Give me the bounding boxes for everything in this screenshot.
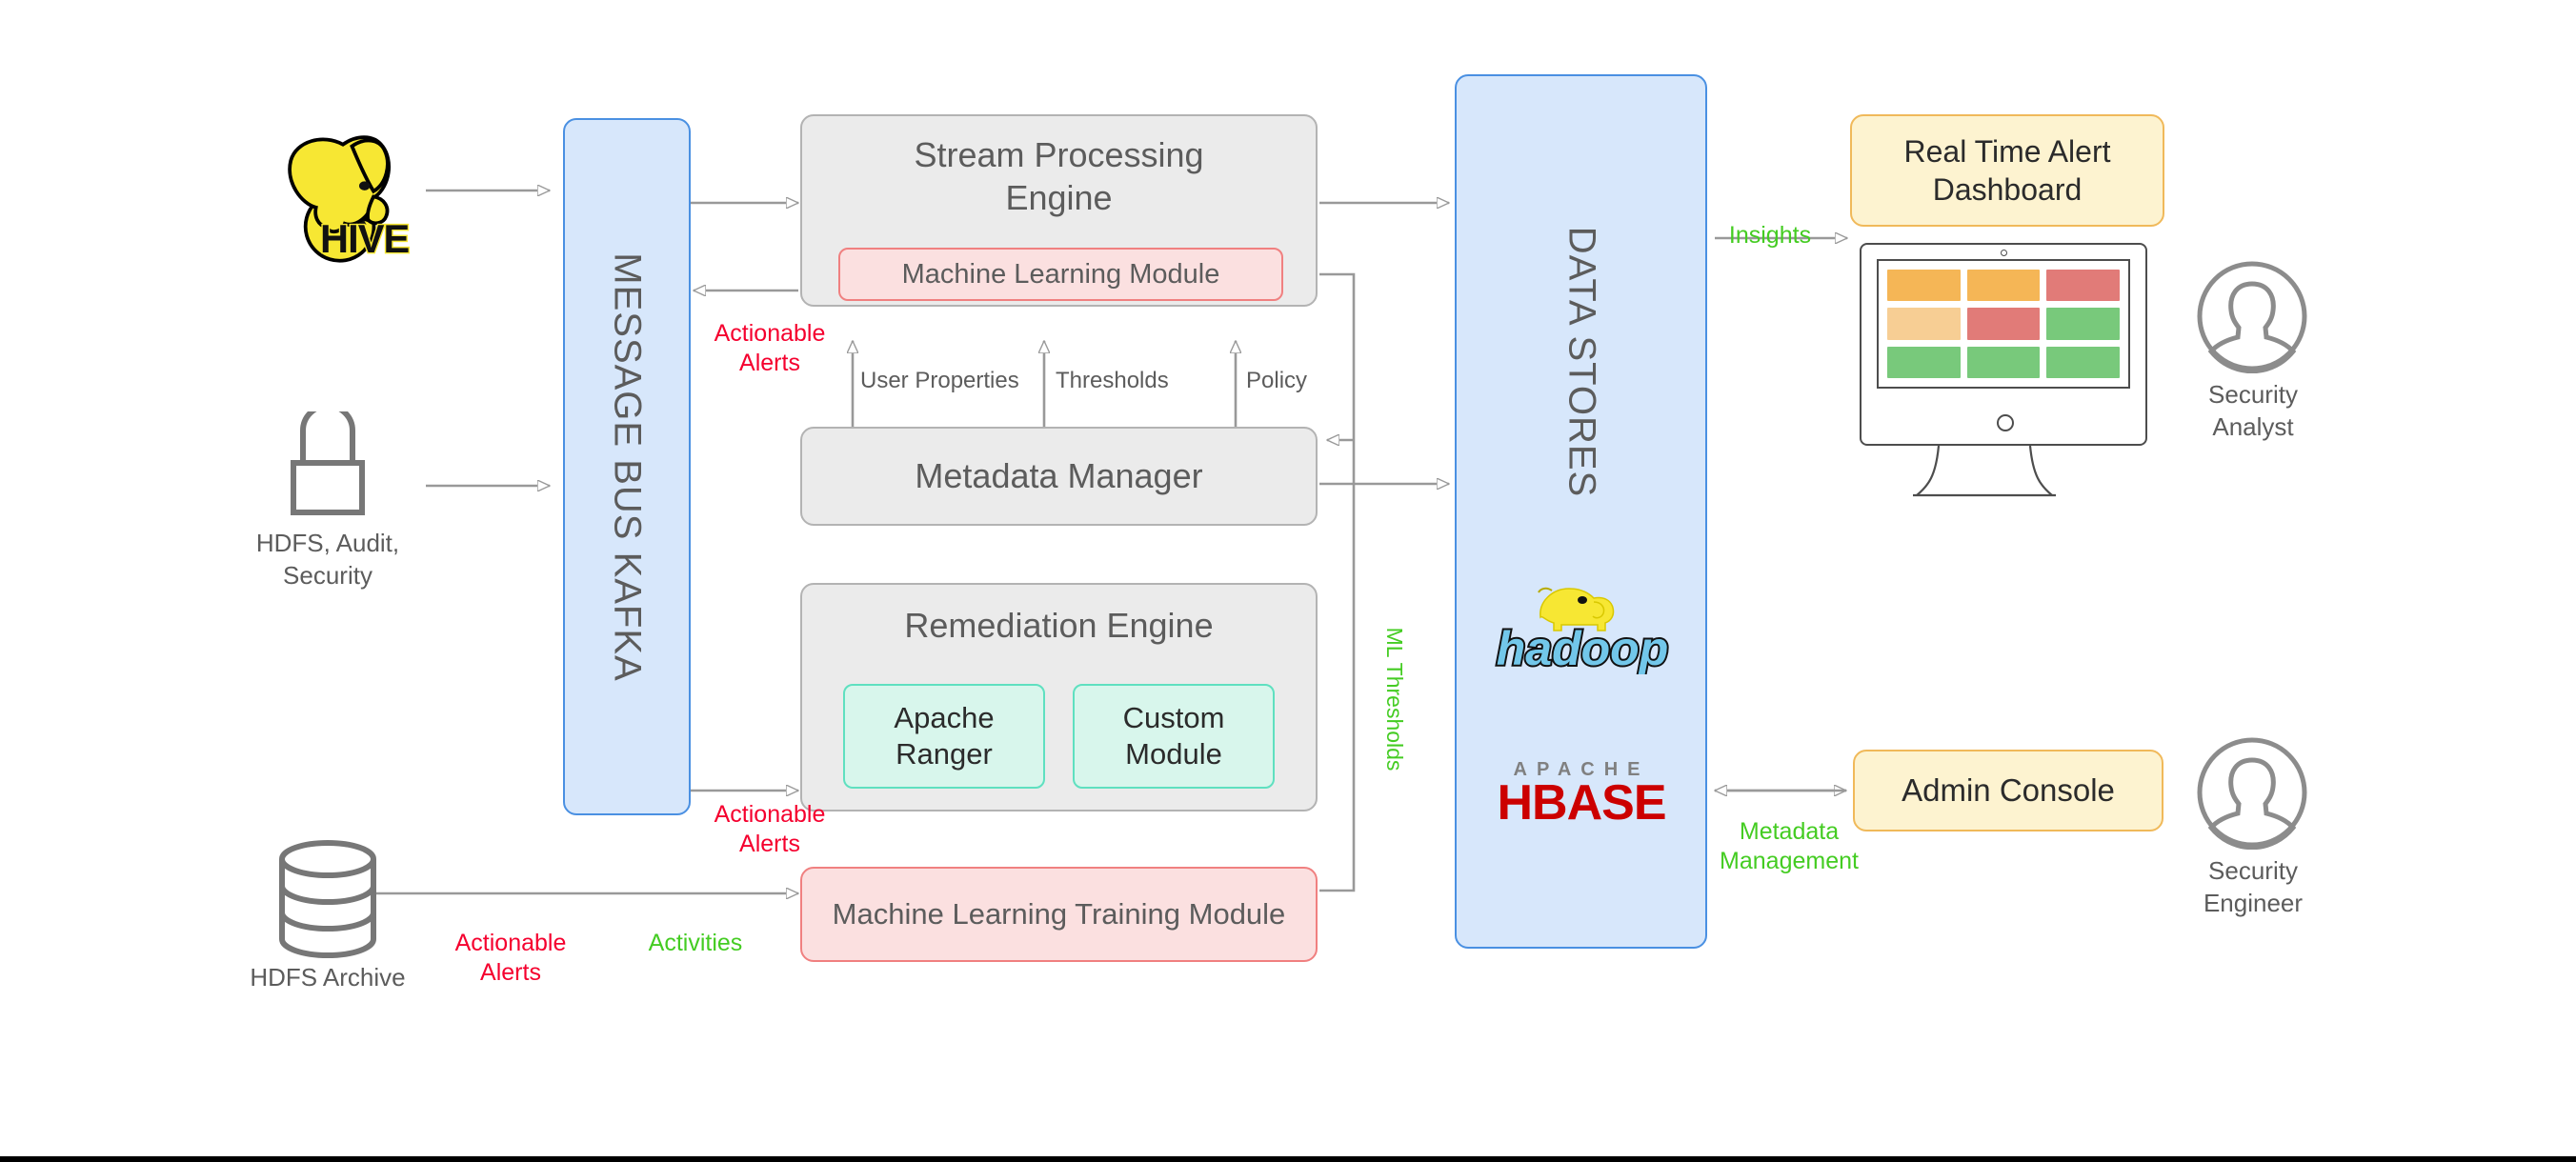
security-analyst-label: Security Analyst [2208,380,2298,441]
dashboard-tile [1887,308,1961,340]
remediation-engine-title: Remediation Engine [904,606,1214,645]
data-stores-label: DATA STORES [1560,226,1602,498]
edge-label-ml-thresholds: ML Thresholds [1382,627,1408,771]
monitor-camera-dot [2001,250,2007,256]
dashboard-tiles-grid [1877,259,2130,389]
metadata-manager-box[interactable]: Metadata Manager [800,427,1318,526]
bottom-rule [0,1156,2576,1162]
security-analyst-avatar-icon [2195,259,2309,374]
edge-label-policy: Policy [1246,368,1308,393]
dashboard-tile [1887,270,1961,302]
database-cylinder-icon [270,838,386,960]
edge-label-actionable-alerts-top: Actionable Alerts [714,320,826,376]
dashboard-tile [2046,270,2120,302]
security-engineer-label: Security Engineer [2203,856,2304,917]
hbase-wordmark: HBASE [1497,775,1665,829]
dashboard-tile [2046,346,2120,378]
machine-learning-module-box[interactable]: Machine Learning Module [838,248,1283,301]
admin-console-box[interactable]: Admin Console [1853,750,2163,831]
svg-text:HIVE: HIVE [320,216,409,261]
hdfs-audit-security-label: HDFS, Audit, Security [255,529,400,590]
message-bus-kafka-box[interactable]: MESSAGE BUS KAFKA [563,118,691,815]
real-time-alert-dashboard-title: Real Time Alert Dashboard [1903,133,2111,207]
real-time-alert-dashboard-box[interactable]: Real Time Alert Dashboard [1850,114,2164,227]
edge-label-thresholds: Thresholds [1056,368,1169,393]
ml-training-module-box[interactable]: Machine Learning Training Module [800,867,1318,962]
custom-module-box[interactable]: Custom Module [1073,684,1275,789]
hdfs-archive-label: HDFS Archive [250,963,406,992]
diagram-canvas: HIVE HDFS, Audit, Security HDFS Archive … [0,0,2576,1162]
security-engineer-avatar-icon [2195,735,2309,851]
ml-training-module-label: Machine Learning Training Module [832,897,1286,931]
hbase-logo-icon: APACHE HBASE [1478,752,1685,831]
edge-label-actionable-alerts-mid: Actionable Alerts [714,801,826,857]
edge-label-metadata-management: Metadata Management [1720,818,1859,874]
hadoop-logo-icon: hadoop [1478,579,1687,677]
padlock-icon [278,403,377,522]
dashboard-tile [2046,308,2120,340]
message-bus-kafka-label: MESSAGE BUS KAFKA [606,251,649,682]
edge-label-activities: Activities [648,930,743,956]
machine-learning-module-label: Machine Learning Module [901,258,1220,290]
metadata-manager-title: Metadata Manager [915,456,1203,495]
dashboard-tile [1887,346,1961,378]
admin-console-title: Admin Console [1902,772,2115,808]
hive-logo-icon: HIVE [236,107,417,269]
edge-label-user-properties: User Properties [860,368,1019,393]
custom-module-label: Custom Module [1122,700,1225,771]
dashboard-tile [1966,308,2041,340]
edge-label-actionable-alerts-bottom: Actionable Alerts [454,930,567,986]
dashboard-tile [1966,346,2041,378]
edge-label-insights: Insights [1728,222,1812,249]
hadoop-wordmark: hadoop [1497,622,1669,674]
dashboard-tile [1966,270,2041,302]
stream-processing-engine-title: Stream Processing Engine [914,135,1204,218]
apache-ranger-box[interactable]: Apache Ranger [843,684,1045,789]
monitor-power-button[interactable] [1997,414,2014,431]
apache-ranger-label: Apache Ranger [894,700,995,771]
